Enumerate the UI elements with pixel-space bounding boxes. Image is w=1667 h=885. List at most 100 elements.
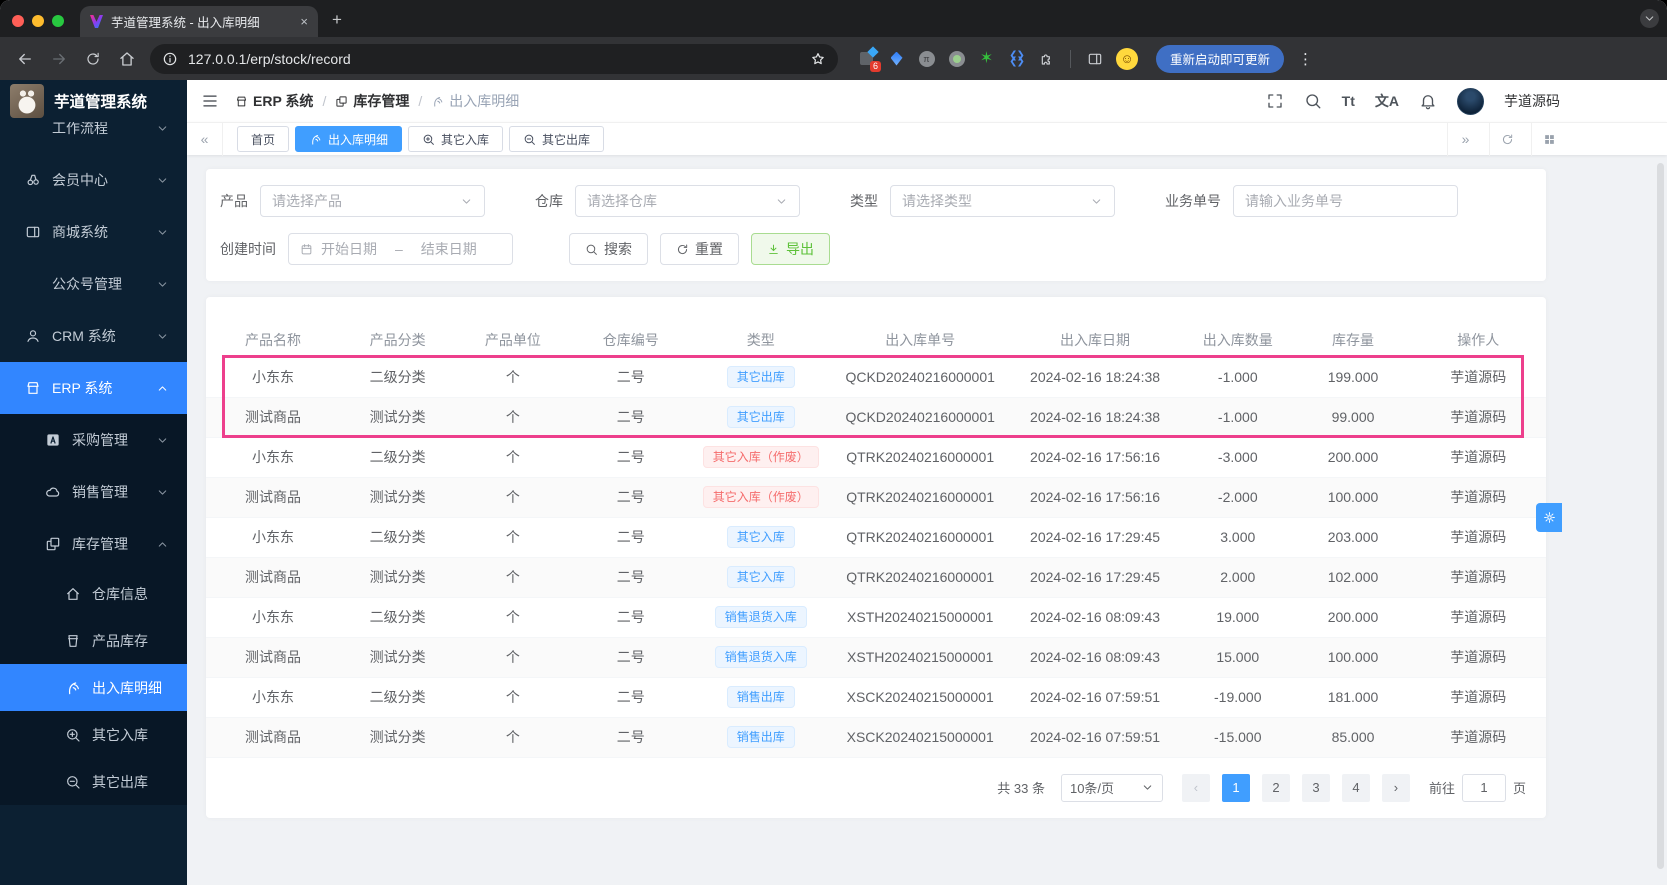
sidebar-item-stock-record[interactable]: 出入库明细 bbox=[0, 664, 187, 711]
username[interactable]: 芋道源码 bbox=[1504, 91, 1560, 111]
tabs-refresh-button[interactable] bbox=[1489, 122, 1525, 156]
home-button[interactable] bbox=[112, 44, 142, 74]
cell-warehouse: 二号 bbox=[570, 557, 692, 598]
user-avatar[interactable] bbox=[1457, 87, 1484, 115]
new-tab-button[interactable]: + bbox=[332, 10, 342, 30]
tab-stock-in[interactable]: 其它入库 bbox=[408, 126, 504, 152]
sidebar-item-purchase[interactable]: 采购管理 bbox=[0, 414, 187, 466]
tab-home[interactable]: 首页 bbox=[237, 126, 290, 152]
breadcrumb-item-erp[interactable]: ERP 系统 bbox=[235, 91, 313, 111]
cell-unit: 个 bbox=[455, 477, 571, 518]
cell-type: 其它入库（作废） bbox=[691, 477, 831, 518]
type-select[interactable]: 请选择类型 bbox=[890, 185, 1115, 217]
reset-button[interactable]: 重置 bbox=[660, 233, 739, 265]
chevron-down-icon bbox=[156, 174, 169, 187]
cell-unit: 个 bbox=[455, 437, 571, 478]
sidebar-item-wechat[interactable]: 公众号管理 bbox=[0, 258, 187, 310]
menu-fold-icon[interactable] bbox=[201, 92, 219, 110]
bookmark-star-icon[interactable] bbox=[810, 51, 826, 67]
product-select[interactable]: 请选择产品 bbox=[260, 185, 485, 217]
url-text[interactable]: 127.0.0.1/erp/stock/record bbox=[188, 51, 800, 67]
extension-icon[interactable]: 6 bbox=[858, 46, 881, 72]
page-scrollbar[interactable] bbox=[1657, 163, 1664, 869]
close-window-button[interactable] bbox=[12, 15, 24, 27]
cell-warehouse: 二号 bbox=[570, 437, 692, 478]
tabs-scroll-right-button[interactable]: » bbox=[1447, 122, 1483, 156]
chrome-update-button[interactable]: 重新启动即可更新 bbox=[1156, 44, 1285, 73]
browser-menu-icon[interactable]: ⋮ bbox=[1298, 50, 1313, 68]
sidebar-item-stock-out[interactable]: 其它出库 bbox=[0, 758, 187, 805]
mall-icon bbox=[25, 224, 41, 240]
sidebar-logo[interactable]: 芋道管理系统 bbox=[0, 80, 187, 122]
tab-stock-out[interactable]: 其它出库 bbox=[509, 126, 605, 152]
extension-icon[interactable]: π bbox=[918, 50, 935, 67]
language-icon[interactable]: 文A bbox=[1375, 91, 1399, 111]
tab-search-button[interactable] bbox=[1640, 9, 1659, 28]
cell-type: 其它入库 bbox=[691, 517, 831, 558]
search-icon[interactable] bbox=[1304, 92, 1322, 110]
sidebar-item-member[interactable]: 会员中心 bbox=[0, 154, 187, 206]
main-area: ERP 系统 / 库存管理 / 出入库明细 Tt 文A 芋道源码 « 首页 出入… bbox=[187, 80, 1667, 885]
cell-date: 2024-02-16 17:29:45 bbox=[1009, 557, 1181, 598]
chevron-down-icon bbox=[156, 434, 169, 447]
cell-category: 二级分类 bbox=[340, 597, 456, 638]
zoom-window-button[interactable] bbox=[52, 15, 64, 27]
breadcrumb-item-stock[interactable]: 库存管理 bbox=[335, 91, 409, 111]
side-panel-icon[interactable] bbox=[1086, 50, 1103, 67]
fullscreen-icon[interactable] bbox=[1266, 92, 1284, 110]
prev-page-button[interactable]: ‹ bbox=[1181, 773, 1210, 802]
cell-unit: 个 bbox=[455, 677, 571, 718]
page-size-select[interactable]: 10条/页 bbox=[1060, 773, 1163, 802]
sidebar-item-crm[interactable]: CRM 系统 bbox=[0, 310, 187, 362]
sidebar-item-erp[interactable]: ERP 系统 bbox=[0, 362, 187, 414]
page-button-2[interactable]: 2 bbox=[1261, 773, 1290, 802]
page-button-1[interactable]: 1 bbox=[1221, 773, 1250, 802]
sidebar-item-stock[interactable]: 库存管理 bbox=[0, 518, 187, 570]
erp-submenu: 采购管理 销售管理 库存管理 仓库信息 产品库存 出入库明细 其它入库 其它出库 bbox=[0, 414, 187, 805]
settings-gear-button[interactable] bbox=[1536, 503, 1562, 532]
export-button[interactable]: 导出 bbox=[751, 233, 830, 265]
sidebar-item-product-stock[interactable]: 产品库存 bbox=[0, 617, 187, 664]
goto-page-input[interactable] bbox=[1461, 773, 1506, 802]
sidebar-item-mall[interactable]: 商城系统 bbox=[0, 206, 187, 258]
type-tag: 其它出库 bbox=[726, 406, 795, 428]
font-size-icon[interactable]: Tt bbox=[1342, 93, 1355, 109]
cell-stock: 85.000 bbox=[1295, 717, 1411, 758]
cell-operator: 芋道源码 bbox=[1410, 517, 1546, 558]
page-button-4[interactable]: 4 bbox=[1341, 773, 1370, 802]
extensions-puzzle-icon[interactable] bbox=[1038, 50, 1055, 67]
reload-button[interactable] bbox=[78, 44, 108, 74]
tabs-layout-button[interactable] bbox=[1531, 122, 1567, 156]
table-row: 小东东 二级分类个二号 销售出库 XSCK20240215000001 2024-02-… bbox=[206, 677, 1546, 718]
date-range-picker[interactable]: 开始日期 – 结束日期 bbox=[288, 233, 513, 265]
address-bar[interactable]: 127.0.0.1/erp/stock/record bbox=[150, 43, 838, 74]
table-row: 测试商品 测试分类个二号 其它入库 QTRK20240216000001 2024-02… bbox=[206, 557, 1546, 598]
extension-icon[interactable]: ✶ bbox=[978, 50, 995, 67]
profile-avatar[interactable]: ☺ bbox=[1116, 47, 1138, 70]
next-page-button[interactable]: › bbox=[1381, 773, 1410, 802]
copy-icon bbox=[335, 95, 348, 108]
search-button[interactable]: 搜索 bbox=[569, 233, 648, 265]
extension-icon[interactable] bbox=[948, 50, 965, 67]
cell-stock: 102.000 bbox=[1295, 557, 1411, 598]
store-icon bbox=[25, 380, 41, 396]
browser-tab[interactable]: 芋道管理系统 - 出入库明细 × bbox=[80, 6, 318, 37]
extension-icon[interactable]: ❮❯ ❮❯ bbox=[1008, 50, 1025, 67]
page-button-3[interactable]: 3 bbox=[1301, 773, 1330, 802]
back-button[interactable] bbox=[10, 44, 40, 74]
tab-close-icon[interactable]: × bbox=[300, 14, 308, 29]
sidebar-item-sales[interactable]: 销售管理 bbox=[0, 466, 187, 518]
minimize-window-button[interactable] bbox=[32, 15, 44, 27]
warehouse-select[interactable]: 请选择仓库 bbox=[575, 185, 800, 217]
table-header-row: 产品名称 产品分类 产品单位 仓库编号 类型 出入库单号 出入库日期 出入库数量… bbox=[206, 323, 1546, 357]
sidebar-item-warehouse-info[interactable]: 仓库信息 bbox=[0, 570, 187, 617]
bizno-input[interactable] bbox=[1245, 193, 1446, 209]
bell-icon[interactable] bbox=[1419, 92, 1437, 110]
tabs-scroll-left-button[interactable]: « bbox=[187, 122, 223, 156]
forward-button[interactable] bbox=[44, 44, 74, 74]
extension-icon[interactable] bbox=[888, 50, 905, 67]
sidebar-item-stock-in[interactable]: 其它入库 bbox=[0, 711, 187, 758]
site-info-icon[interactable] bbox=[162, 51, 178, 67]
sidebar: 芋道管理系统 工作流程 会员中心 商城系统 公众号管理 CRM 系统 ERP 系… bbox=[0, 80, 187, 885]
tab-stock-record[interactable]: 出入库明细 bbox=[295, 126, 403, 152]
